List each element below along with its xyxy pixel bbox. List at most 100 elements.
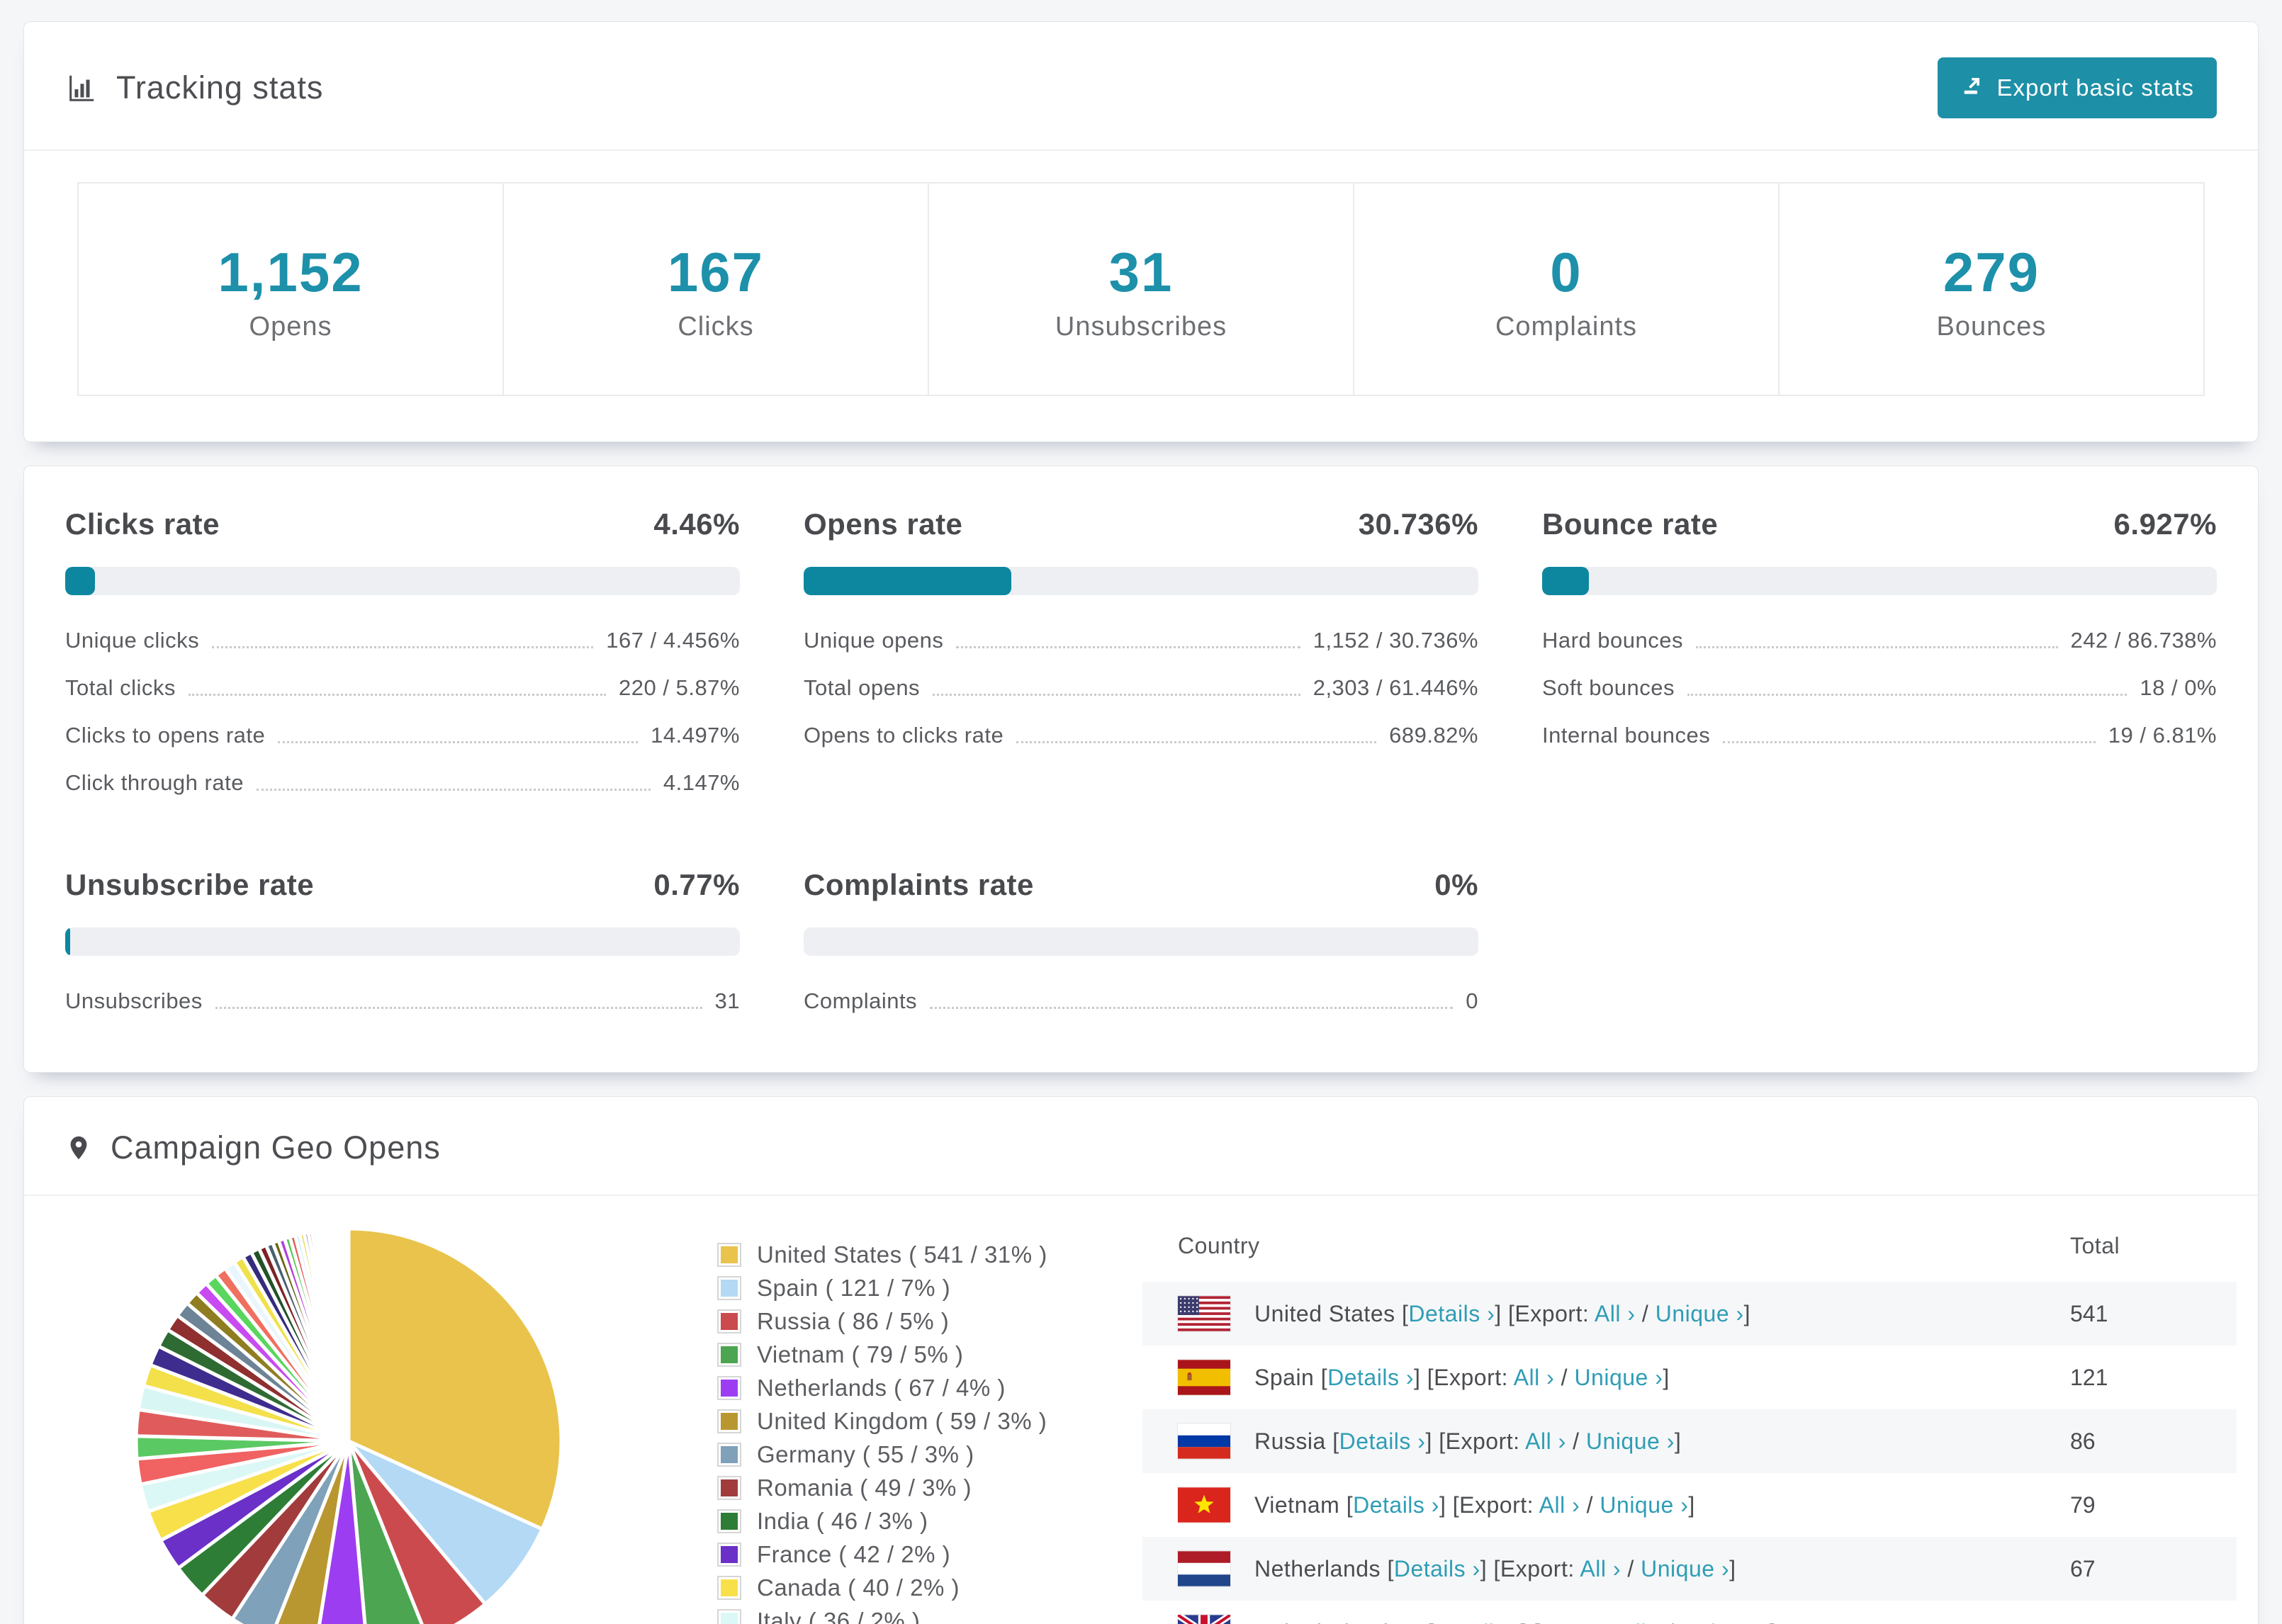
legend-swatch bbox=[717, 1376, 741, 1400]
pie-slice-other-46[interactable] bbox=[346, 1227, 351, 1443]
legend-swatch bbox=[717, 1609, 741, 1624]
stat-label: Opens bbox=[249, 312, 332, 342]
rates-card: Clicks rate 4.46% Unique clicks 167 / 4.… bbox=[23, 466, 2259, 1073]
export-unique-link[interactable]: Unique › bbox=[1600, 1492, 1688, 1518]
export-all-link[interactable]: All › bbox=[1539, 1492, 1580, 1518]
legend-item-france[interactable]: France ( 42 / 2% ) bbox=[717, 1541, 1142, 1568]
legend-swatch bbox=[717, 1543, 741, 1567]
legend-item-united-states[interactable]: United States ( 541 / 31% ) bbox=[717, 1241, 1142, 1268]
stat-value: 167 bbox=[667, 241, 765, 303]
rate-row-value: 689.82% bbox=[1389, 723, 1478, 748]
details-link[interactable]: Details › bbox=[1434, 1620, 1520, 1624]
dotted-leader bbox=[1687, 694, 2128, 696]
summary-stat-clicks: 167 Clicks bbox=[502, 182, 929, 396]
legend-swatch bbox=[717, 1309, 741, 1333]
rate-row-internal-bounces: Internal bounces 19 / 6.81% bbox=[1542, 723, 2217, 750]
legend-item-vietnam[interactable]: Vietnam ( 79 / 5% ) bbox=[717, 1341, 1142, 1368]
stat-label: Complaints bbox=[1495, 312, 1638, 342]
dotted-leader bbox=[256, 789, 651, 791]
rate-row-label: Clicks to opens rate bbox=[65, 723, 266, 748]
export-basic-stats-button[interactable]: Export basic stats bbox=[1937, 57, 2217, 118]
legend-item-germany[interactable]: Germany ( 55 / 3% ) bbox=[717, 1441, 1142, 1468]
rate-progress-track bbox=[1542, 567, 2217, 595]
rate-panel-complaints-rate: Complaints rate 0% Complaints 0 bbox=[804, 868, 1478, 1015]
rate-row-clicks-to-opens-rate: Clicks to opens rate 14.497% bbox=[65, 723, 740, 750]
rate-row-label: Unique opens bbox=[804, 628, 944, 653]
legend-label: Vietnam ( 79 / 5% ) bbox=[757, 1341, 964, 1368]
geo-table-rows: United States [Details ›] [Export: All ›… bbox=[1142, 1282, 2237, 1624]
export-unique-link[interactable]: Unique › bbox=[1656, 1301, 1744, 1326]
legend-label: Romania ( 49 / 3% ) bbox=[757, 1474, 972, 1501]
country-cell: Vietnam [Details ›] [Export: All › / Uni… bbox=[1254, 1492, 1695, 1518]
export-unique-link[interactable]: Unique › bbox=[1574, 1365, 1663, 1390]
dotted-leader bbox=[212, 646, 594, 648]
legend-item-india[interactable]: India ( 46 / 3% ) bbox=[717, 1508, 1142, 1535]
export-unique-link[interactable]: Unique › bbox=[1586, 1428, 1675, 1454]
dotted-leader bbox=[956, 646, 1300, 648]
rate-row-value: 242 / 86.738% bbox=[2070, 628, 2217, 653]
column-total: Total bbox=[2070, 1233, 2120, 1258]
details-link[interactable]: Details › bbox=[1353, 1492, 1439, 1518]
rate-progress-track bbox=[65, 567, 740, 595]
legend-label: India ( 46 / 3% ) bbox=[757, 1508, 928, 1534]
country-name: United Kingdom bbox=[1254, 1620, 1421, 1624]
rate-progress-fill bbox=[65, 567, 96, 595]
rate-row-total-opens: Total opens 2,303 / 61.446% bbox=[804, 675, 1478, 702]
rate-percent: 4.46% bbox=[653, 507, 740, 541]
row-total: 79 bbox=[2070, 1492, 2096, 1518]
details-link[interactable]: Details › bbox=[1339, 1428, 1426, 1454]
stat-value: 31 bbox=[1108, 241, 1174, 303]
geo-table-header: Country Total bbox=[1142, 1212, 2237, 1282]
geo-table-row-spain: Spain [Details ›] [Export: All › / Uniqu… bbox=[1142, 1346, 2237, 1409]
export-all-link[interactable]: All › bbox=[1595, 1301, 1636, 1326]
rate-row-value: 19 / 6.81% bbox=[2108, 723, 2217, 748]
tracking-stats-card: Tracking stats Export basic stats 1,152 … bbox=[23, 21, 2259, 442]
flag-vn-icon bbox=[1178, 1487, 1230, 1523]
legend-item-russia[interactable]: Russia ( 86 / 5% ) bbox=[717, 1308, 1142, 1335]
legend-label: United States ( 541 / 31% ) bbox=[757, 1241, 1047, 1268]
export-all-link[interactable]: All › bbox=[1580, 1556, 1621, 1581]
rate-progress-track bbox=[804, 927, 1478, 956]
export-all-link[interactable]: All › bbox=[1514, 1365, 1555, 1390]
legend-swatch bbox=[717, 1576, 741, 1600]
rate-panel-header: Complaints rate 0% bbox=[804, 868, 1478, 902]
export-unique-link[interactable]: Unique › bbox=[1681, 1620, 1770, 1624]
export-button-label: Export basic stats bbox=[1996, 74, 2194, 101]
details-link[interactable]: Details › bbox=[1394, 1556, 1480, 1581]
row-total: 541 bbox=[2070, 1300, 2108, 1326]
rate-row-hard-bounces: Hard bounces 242 / 86.738% bbox=[1542, 628, 2217, 655]
legend-item-romania[interactable]: Romania ( 49 / 3% ) bbox=[717, 1474, 1142, 1501]
rate-panel-header: Clicks rate 4.46% bbox=[65, 507, 740, 541]
rate-row-unique-clicks: Unique clicks 167 / 4.456% bbox=[65, 628, 740, 655]
rate-panel-header: Bounce rate 6.927% bbox=[1542, 507, 2217, 541]
rate-percent: 0.77% bbox=[653, 868, 740, 901]
legend-label: Netherlands ( 67 / 4% ) bbox=[757, 1375, 1006, 1401]
rate-row-label: Soft bounces bbox=[1542, 675, 1675, 700]
legend-item-netherlands[interactable]: Netherlands ( 67 / 4% ) bbox=[717, 1375, 1142, 1402]
dotted-leader bbox=[1723, 741, 2096, 743]
geo-table-row-vietnam: Vietnam [Details ›] [Export: All › / Uni… bbox=[1142, 1473, 2237, 1537]
bar-chart-icon bbox=[65, 72, 98, 104]
export-all-link[interactable]: All › bbox=[1525, 1428, 1566, 1454]
legend-item-spain[interactable]: Spain ( 121 / 7% ) bbox=[717, 1275, 1142, 1302]
export-icon bbox=[1960, 73, 1984, 103]
rate-progress-fill bbox=[1542, 567, 1589, 595]
rate-row-label: Total clicks bbox=[65, 675, 176, 700]
dotted-leader bbox=[188, 694, 607, 696]
export-unique-link[interactable]: Unique › bbox=[1641, 1556, 1729, 1581]
details-link[interactable]: Details › bbox=[1327, 1365, 1414, 1390]
rate-row-value: 14.497% bbox=[651, 723, 740, 748]
legend-label: Canada ( 40 / 2% ) bbox=[757, 1574, 960, 1601]
legend-label: Spain ( 121 / 7% ) bbox=[757, 1275, 951, 1301]
rate-progress-fill bbox=[804, 567, 1011, 595]
legend-swatch bbox=[717, 1276, 741, 1300]
flag-ru-icon bbox=[1178, 1423, 1230, 1459]
rate-row-label: Unsubscribes bbox=[65, 988, 203, 1013]
details-link[interactable]: Details › bbox=[1408, 1301, 1495, 1326]
export-all-link[interactable]: All › bbox=[1620, 1620, 1661, 1624]
legend-item-canada[interactable]: Canada ( 40 / 2% ) bbox=[717, 1574, 1142, 1601]
legend-item-italy[interactable]: Italy ( 36 / 2% ) bbox=[717, 1608, 1142, 1624]
legend-item-united-kingdom[interactable]: United Kingdom ( 59 / 3% ) bbox=[717, 1408, 1142, 1435]
rate-title: Bounce rate bbox=[1542, 507, 1719, 541]
dotted-leader bbox=[933, 694, 1300, 696]
